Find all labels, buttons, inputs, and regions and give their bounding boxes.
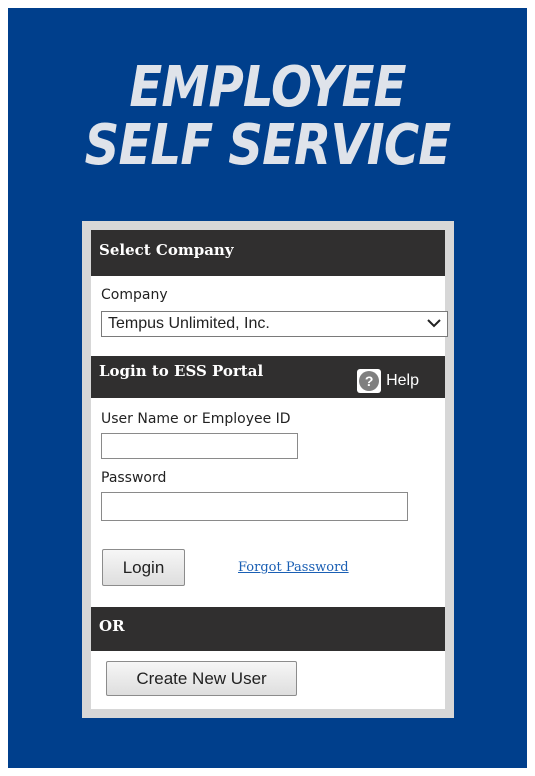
password-input[interactable] [101,492,408,521]
page-title-line-1: EMPLOYEE [129,55,406,120]
help-label: Help [386,372,419,389]
select-company-header-text: Select Company [99,241,234,259]
login-header: Login to ESS Portal ? Help [91,356,445,398]
login-box: Select Company Company Tempus Unlimited,… [91,230,448,709]
question-mark-icon: ? [357,369,382,393]
login-button[interactable]: Login [102,549,185,586]
login-box-frame: Select Company Company Tempus Unlimited,… [82,221,454,718]
login-header-text: Login to ESS Portal [99,362,264,380]
username-input[interactable] [101,433,298,459]
password-label: Password [101,470,167,486]
page-title-line-2: SELF SERVICE [84,113,452,178]
select-company-header: Select Company [91,230,445,276]
ess-panel: EMPLOYEE SELF SERVICE Select Company Com… [8,8,527,768]
or-header-text: OR [99,617,125,635]
chevron-down-icon [427,319,441,328]
page: EMPLOYEE SELF SERVICE Select Company Com… [0,0,535,776]
help-link[interactable]: ? Help [357,366,419,396]
company-label: Company [101,287,168,303]
forgot-password-link[interactable]: Forgot Password [238,560,349,575]
or-header: OR [91,607,445,651]
create-new-user-button[interactable]: Create New User [106,661,297,696]
company-select[interactable]: Tempus Unlimited, Inc. [101,311,448,337]
company-select-value: Tempus Unlimited, Inc. [108,315,270,332]
username-label: User Name or Employee ID [101,411,291,427]
